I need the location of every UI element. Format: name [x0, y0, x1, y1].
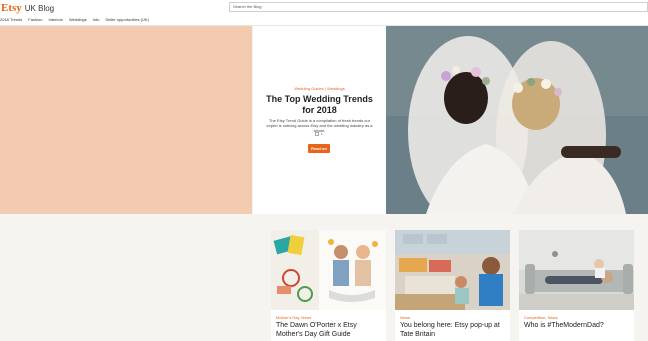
share-count: 1: [321, 132, 323, 136]
main-nav: 2018 Trends Fashion Interiors Weddings I…: [0, 17, 149, 22]
card-category[interactable]: News: [400, 315, 410, 320]
search-input[interactable]: Search the Blog: [229, 2, 648, 12]
share-widget[interactable]: 1: [315, 132, 323, 136]
card-image: [271, 230, 386, 310]
logo-suffix: UK Blog: [24, 4, 55, 13]
card-title[interactable]: You belong here: Etsy pop-up at Tate Bri…: [400, 321, 508, 339]
article-card-tate-britain[interactable]: News You belong here: Etsy pop-up at Tat…: [395, 230, 510, 341]
card-title[interactable]: The Dawn O'Porter x Etsy Mother's Day Gi…: [276, 321, 384, 339]
article-card-mothers-day[interactable]: Mother's Day, News The Dawn O'Porter x E…: [271, 230, 386, 341]
hero-category[interactable]: Wedding Guides | Weddings: [253, 86, 386, 91]
hero-color-block: [0, 26, 252, 214]
card-category[interactable]: Competition, News: [524, 315, 558, 320]
hero-title[interactable]: The Top Wedding Trends for 2018: [261, 94, 378, 116]
etsy-logo[interactable]: Etsy UK Blog: [1, 2, 54, 14]
card-image: [395, 230, 510, 310]
nav-item-seller-opportunities[interactable]: Seller opportunities (UK): [105, 17, 149, 22]
read-on-button[interactable]: Read on: [308, 144, 330, 153]
hero-image[interactable]: [386, 26, 648, 214]
card-image: [519, 230, 634, 310]
nav-item-fashion[interactable]: Fashion: [28, 17, 42, 22]
hero-card: Wedding Guides | Weddings The Top Weddin…: [253, 26, 386, 214]
article-card-modern-dad[interactable]: Competition, News Who is #TheModernDad?: [519, 230, 634, 341]
nav-item-weddings[interactable]: Weddings: [69, 17, 87, 22]
card-title[interactable]: Who is #TheModernDad?: [524, 321, 632, 330]
card-category[interactable]: Mother's Day, News: [276, 315, 311, 320]
nav-item-interiors[interactable]: Interiors: [48, 17, 62, 22]
logo-brand: Etsy: [1, 2, 22, 14]
site-header: Etsy UK Blog Search the Blog 2018 Trends…: [0, 0, 648, 26]
hero-description: The Etsy Trend Guide is a compilation of…: [266, 118, 373, 133]
nav-item-2018-trends[interactable]: 2018 Trends: [0, 17, 22, 22]
brides-photo: [386, 26, 648, 214]
share-icon[interactable]: [315, 132, 319, 136]
nav-item-info[interactable]: Info: [93, 17, 100, 22]
